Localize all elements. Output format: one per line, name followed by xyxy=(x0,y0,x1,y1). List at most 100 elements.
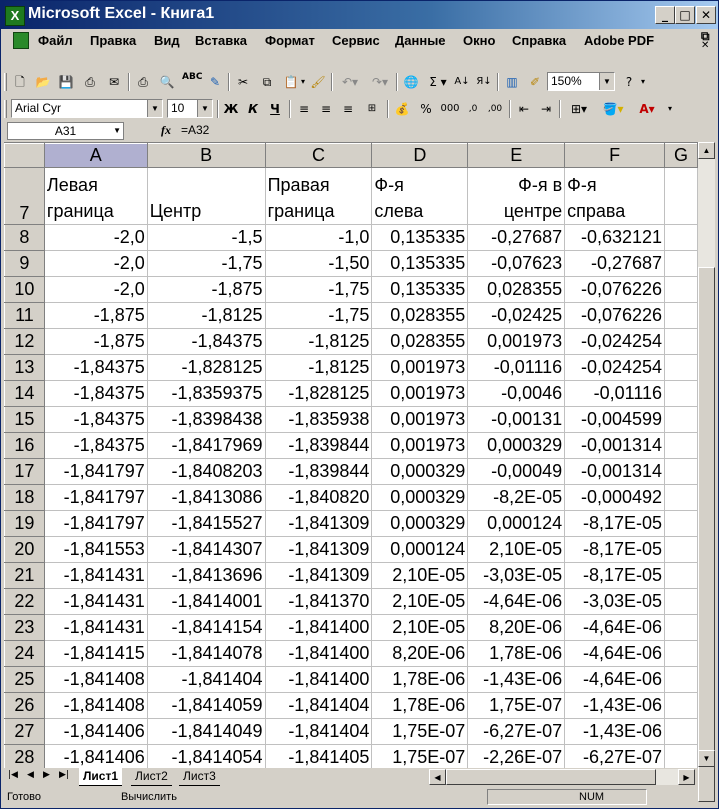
menu-edit[interactable]: Правка xyxy=(90,33,136,48)
header-cell[interactable]: Ф-я слева xyxy=(371,167,469,225)
table-cell[interactable]: -1,841431 xyxy=(43,562,148,589)
table-cell[interactable]: -1,8414049 xyxy=(146,718,266,745)
table-cell[interactable] xyxy=(664,510,698,537)
table-cell[interactable]: -0,02425 xyxy=(467,302,566,329)
sheet-tab-3[interactable]: Лист3 xyxy=(179,767,220,786)
table-cell[interactable]: -1,8414307 xyxy=(146,536,266,563)
table-cell[interactable]: -1,841404 xyxy=(146,666,266,693)
row-header[interactable]: 27 xyxy=(4,718,45,745)
table-cell[interactable]: -3,03E-05 xyxy=(564,588,666,615)
row-header[interactable]: 22 xyxy=(4,588,45,615)
row-header[interactable]: 14 xyxy=(4,380,45,407)
table-cell[interactable]: 2,10E-05 xyxy=(371,614,469,641)
table-cell[interactable]: -0,01116 xyxy=(564,380,666,407)
cut-icon[interactable]: ✂ xyxy=(234,72,252,92)
table-cell[interactable] xyxy=(664,276,698,303)
table-cell[interactable]: -1,0 xyxy=(264,224,373,251)
table-cell[interactable]: 0,001973 xyxy=(467,328,566,355)
row-header[interactable]: 15 xyxy=(4,406,45,433)
table-cell[interactable] xyxy=(664,432,698,459)
table-cell[interactable] xyxy=(664,250,698,277)
table-cell[interactable]: 0,000329 xyxy=(371,484,469,511)
table-cell[interactable]: -1,84375 xyxy=(43,406,148,433)
close-doc-icon[interactable]: ✕ xyxy=(701,40,709,51)
table-cell[interactable]: -0,00049 xyxy=(467,458,566,485)
row-header[interactable]: 26 xyxy=(4,692,45,719)
table-cell[interactable]: 0,000329 xyxy=(467,432,566,459)
format-painter-icon[interactable]: 🖌 xyxy=(309,72,327,92)
last-sheet-icon[interactable]: ▶| xyxy=(59,770,69,780)
table-cell[interactable]: -1,8414154 xyxy=(146,614,266,641)
table-cell[interactable] xyxy=(664,744,698,768)
scroll-right-icon[interactable]: ▶ xyxy=(678,769,695,785)
table-cell[interactable]: -1,840820 xyxy=(264,484,373,511)
vertical-scroll-thumb[interactable] xyxy=(698,267,715,802)
redo-icon[interactable]: ↷▾ xyxy=(367,72,393,92)
table-cell[interactable]: -1,841309 xyxy=(264,510,373,537)
first-sheet-icon[interactable]: |◀ xyxy=(8,770,18,780)
table-cell[interactable]: -1,875 xyxy=(43,328,148,355)
table-cell[interactable]: -1,75 xyxy=(264,276,373,303)
row-header[interactable]: 19 xyxy=(4,510,45,537)
decrease-indent-icon[interactable]: ⇤ xyxy=(515,99,533,119)
align-right-icon[interactable]: ≡ xyxy=(339,99,357,119)
table-cell[interactable]: -1,841431 xyxy=(43,614,148,641)
table-cell[interactable] xyxy=(664,562,698,589)
table-cell[interactable]: -1,841797 xyxy=(43,510,148,537)
maximize-button[interactable]: □ xyxy=(675,6,695,24)
table-cell[interactable]: -4,64E-06 xyxy=(564,666,666,693)
table-cell[interactable]: -2,26E-07 xyxy=(467,744,566,768)
row-header[interactable]: 16 xyxy=(4,432,45,459)
table-cell[interactable]: -1,5 xyxy=(146,224,266,251)
toolbar-options-icon[interactable]: ▾ xyxy=(665,99,675,119)
row-header[interactable]: 11 xyxy=(4,302,45,329)
menu-view[interactable]: Вид xyxy=(154,33,180,48)
table-cell[interactable]: -1,8413696 xyxy=(146,562,266,589)
horizontal-scroll-thumb[interactable] xyxy=(446,769,656,785)
table-cell[interactable]: -1,841400 xyxy=(264,614,373,641)
print-preview-icon[interactable]: 🔍 xyxy=(158,72,176,92)
hyperlink-icon[interactable]: 🌐 xyxy=(402,72,420,92)
research-icon[interactable]: ✎ xyxy=(206,72,224,92)
table-cell[interactable]: -1,828125 xyxy=(146,354,266,381)
sort-descending-icon[interactable]: Я↓ xyxy=(475,72,493,92)
minimize-button[interactable]: _ xyxy=(655,6,675,24)
row-header[interactable]: 8 xyxy=(4,224,45,251)
table-cell[interactable]: -1,839844 xyxy=(264,432,373,459)
table-cell[interactable]: -1,841405 xyxy=(264,744,373,768)
row-header[interactable]: 10 xyxy=(4,276,45,303)
sheet-tab-1[interactable]: Лист1 xyxy=(79,767,123,786)
table-cell[interactable]: -1,75 xyxy=(264,302,373,329)
name-box[interactable]: A31 ▼ xyxy=(7,122,124,140)
table-cell[interactable]: -1,841406 xyxy=(43,744,148,768)
chart-wizard-icon[interactable]: ▥ xyxy=(503,72,521,92)
column-header-f[interactable]: F xyxy=(564,143,666,168)
table-cell[interactable]: 0,000329 xyxy=(371,510,469,537)
table-cell[interactable]: -1,875 xyxy=(146,276,266,303)
table-cell[interactable]: -0,024254 xyxy=(564,354,666,381)
table-cell[interactable] xyxy=(664,458,698,485)
table-cell[interactable]: -1,841431 xyxy=(43,588,148,615)
row-header[interactable]: 12 xyxy=(4,328,45,355)
row-header[interactable]: 13 xyxy=(4,354,45,381)
italic-button[interactable]: К xyxy=(245,99,261,119)
table-cell[interactable]: 0,001973 xyxy=(371,406,469,433)
table-cell[interactable]: -1,841408 xyxy=(43,692,148,719)
table-cell[interactable]: -1,8413086 xyxy=(146,484,266,511)
row-header[interactable]: 9 xyxy=(4,250,45,277)
table-cell[interactable]: -1,50 xyxy=(264,250,373,277)
table-cell[interactable] xyxy=(664,666,698,693)
table-cell[interactable] xyxy=(664,406,698,433)
worksheet-grid[interactable]: A B C D E F G 7 Левая граница Центр Права… xyxy=(4,142,698,768)
table-cell[interactable]: 0,028355 xyxy=(467,276,566,303)
horizontal-scrollbar[interactable]: ◀ ▶ xyxy=(429,769,695,785)
table-cell[interactable]: -4,64E-06 xyxy=(564,614,666,641)
select-all-corner[interactable] xyxy=(4,143,45,168)
zoom-combo[interactable]: 150% ▼ xyxy=(547,72,615,91)
open-icon[interactable]: 📂 xyxy=(34,72,52,92)
table-cell[interactable]: -1,8414054 xyxy=(146,744,266,768)
table-cell[interactable]: 1,78E-06 xyxy=(467,640,566,667)
table-cell[interactable]: -6,27E-07 xyxy=(564,744,666,768)
table-cell[interactable]: -1,841415 xyxy=(43,640,148,667)
table-cell[interactable]: -1,875 xyxy=(43,302,148,329)
